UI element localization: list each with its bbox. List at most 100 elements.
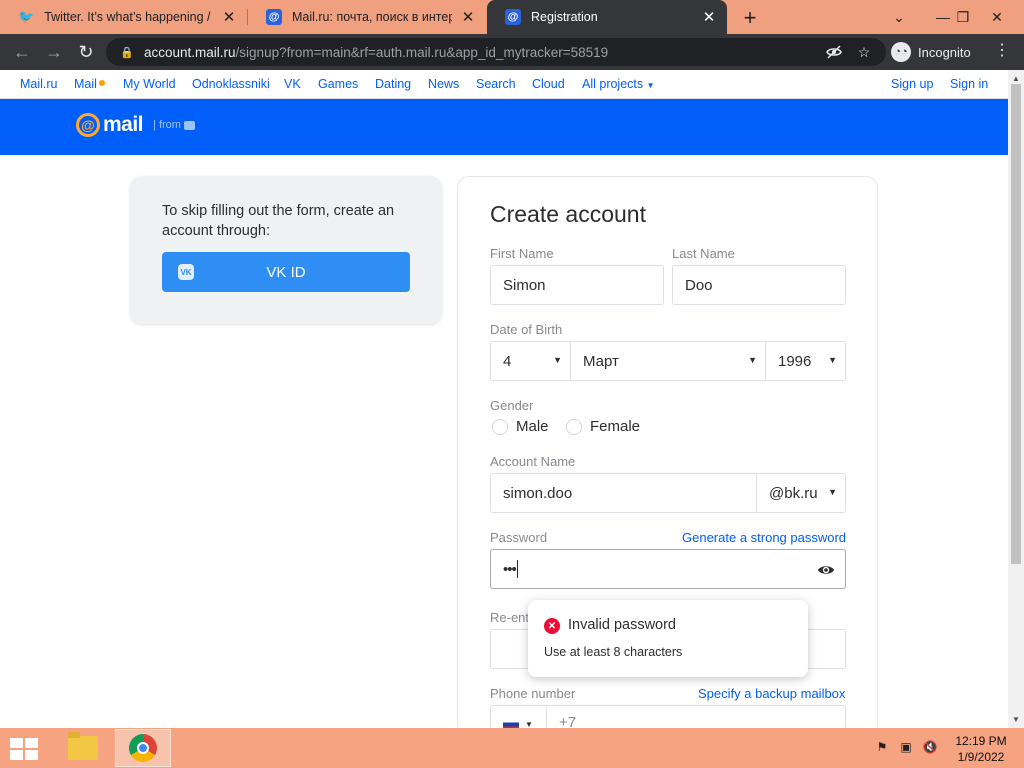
dob-year-value: 1996 bbox=[778, 352, 812, 370]
generate-password-link[interactable]: Generate a strong password bbox=[682, 530, 846, 545]
portal-link-mailru[interactable]: Mail.ru bbox=[20, 77, 58, 91]
reload-icon[interactable]: ↻ bbox=[74, 40, 98, 64]
gender-female-label[interactable]: Female bbox=[590, 418, 640, 435]
windows-start-icon[interactable] bbox=[10, 738, 38, 760]
logo-at-icon: @ bbox=[76, 113, 100, 137]
account-name-field[interactable]: simon.doo bbox=[490, 473, 757, 513]
incognito-indicator[interactable]: ◔◔ Incognito bbox=[891, 40, 971, 64]
vk-logo-icon: VK bbox=[178, 264, 194, 280]
from-text: from bbox=[158, 119, 181, 131]
dob-day-value: 4 bbox=[503, 352, 512, 370]
volume-muted-icon[interactable]: 🔇 bbox=[922, 740, 938, 756]
folder-icon bbox=[68, 732, 98, 760]
portal-link-mail[interactable]: Mail bbox=[74, 77, 105, 91]
text-cursor bbox=[516, 560, 518, 578]
gender-female-radio[interactable] bbox=[566, 419, 582, 435]
error-x-icon: ✕ bbox=[544, 618, 560, 634]
new-tab-icon[interactable]: + bbox=[738, 5, 762, 31]
notification-dot-icon bbox=[98, 80, 105, 86]
system-clock[interactable]: 12:19 PM 1/9/2022 bbox=[946, 733, 1016, 765]
dob-day-select[interactable]: 4 ▼ bbox=[490, 341, 571, 381]
caret-down-icon: ▼ bbox=[646, 81, 655, 90]
clock-time: 12:19 PM bbox=[955, 734, 1007, 748]
tab-close-icon[interactable]: ✕ bbox=[460, 8, 476, 26]
back-arrow-icon[interactable]: ← bbox=[10, 40, 34, 64]
dob-month-select[interactable]: Март ▼ bbox=[570, 341, 766, 381]
window-close-icon[interactable]: ✕ bbox=[980, 0, 1014, 34]
caret-down-icon: ▼ bbox=[828, 487, 837, 497]
vk-id-button[interactable]: VK VK ID bbox=[162, 252, 410, 292]
vk-signup-card: To skip filling out the form, create an … bbox=[130, 176, 442, 324]
portal-link-vk[interactable]: VK bbox=[284, 77, 301, 91]
tab-twitter[interactable]: 🐦 Twitter. It’s what’s happening / Tw ✕ bbox=[0, 0, 247, 34]
taskbar-chrome[interactable] bbox=[115, 729, 171, 767]
eye-off-icon[interactable] bbox=[822, 38, 846, 66]
star-icon[interactable]: ☆ bbox=[852, 38, 876, 66]
domain-select[interactable]: @bk.ru ▼ bbox=[756, 473, 846, 513]
portal-link-cloud[interactable]: Cloud bbox=[532, 77, 565, 91]
menu-kebab-icon[interactable]: ⋮ bbox=[994, 40, 1010, 60]
caret-down-icon: ▼ bbox=[828, 355, 837, 365]
caret-down-icon: ▼ bbox=[553, 355, 562, 365]
scrollbar-thumb[interactable] bbox=[1011, 84, 1021, 564]
sign-in-link[interactable]: Sign in bbox=[950, 77, 988, 91]
portal-link-news[interactable]: News bbox=[428, 77, 459, 91]
portal-link-games[interactable]: Games bbox=[318, 77, 358, 91]
tab-close-icon[interactable]: ✕ bbox=[221, 8, 237, 26]
network-icon[interactable]: ▣ bbox=[898, 740, 914, 756]
logo-word: mail bbox=[103, 113, 144, 136]
portal-link-search[interactable]: Search bbox=[476, 77, 516, 91]
header-banner: @ mail | from bbox=[0, 99, 1008, 155]
forward-arrow-icon[interactable]: → bbox=[42, 40, 66, 64]
browser-toolbar: ← → ↻ 🔒 account.mail.ru/signup?from=main… bbox=[0, 34, 1024, 70]
url-host: account.mail.ru bbox=[144, 44, 236, 60]
restore-icon[interactable]: ❐ bbox=[946, 0, 980, 34]
sign-up-link[interactable]: Sign up bbox=[891, 77, 933, 91]
vk-id-label: VK ID bbox=[266, 263, 306, 281]
scroll-up-icon[interactable]: ▲ bbox=[1012, 74, 1020, 83]
taskbar: ⚑ ▣ 🔇 12:19 PM 1/9/2022 bbox=[0, 728, 1024, 768]
tab-close-icon[interactable]: ✕ bbox=[701, 8, 717, 26]
incognito-icon: ◔◔ bbox=[891, 42, 911, 62]
tab-title: Twitter. It’s what’s happening / Tw bbox=[44, 10, 213, 24]
domain-value: @bk.ru bbox=[769, 484, 818, 502]
lock-icon: 🔒 bbox=[120, 46, 134, 59]
incognito-label: Incognito bbox=[918, 44, 971, 60]
chevron-down-icon[interactable]: ⌄ bbox=[882, 0, 916, 34]
vk-card-text: To skip filling out the form, create an … bbox=[162, 203, 395, 239]
first-name-label: First Name bbox=[490, 246, 554, 261]
clock-date: 1/9/2022 bbox=[957, 750, 1005, 764]
backup-mailbox-link[interactable]: Specify a backup mailbox bbox=[698, 686, 845, 701]
portal-link-all-projects[interactable]: All projects ▼ bbox=[582, 77, 655, 91]
chrome-icon bbox=[129, 734, 157, 762]
gender-male-radio[interactable] bbox=[492, 419, 508, 435]
dob-month-value: Март bbox=[583, 352, 619, 370]
mail-logo[interactable]: @ mail | from bbox=[76, 113, 195, 137]
first-name-value: Simon bbox=[503, 276, 546, 294]
scroll-down-icon[interactable]: ▼ bbox=[1012, 715, 1020, 724]
gender-male-label[interactable]: Male bbox=[516, 418, 549, 435]
error-message: Use at least 8 characters bbox=[544, 645, 683, 659]
show-password-eye-icon[interactable] bbox=[817, 561, 835, 579]
page-scrollbar[interactable]: ▲ ▼ bbox=[1008, 70, 1024, 728]
browser-tab-strip: 🐦 Twitter. It’s what’s happening / Tw ✕ … bbox=[0, 0, 1024, 34]
action-center-flag-icon[interactable]: ⚑ bbox=[874, 740, 890, 756]
tab-mail-ru[interactable]: @ Mail.ru: почта, поиск в интерне ✕ bbox=[248, 0, 486, 34]
taskbar-file-explorer[interactable] bbox=[55, 729, 111, 767]
portal-link-odnoklassniki[interactable]: Odnoklassniki bbox=[192, 77, 270, 91]
first-name-field[interactable]: Simon bbox=[490, 265, 664, 305]
reenter-password-label: Re-ent bbox=[490, 610, 530, 625]
account-name-label: Account Name bbox=[490, 454, 576, 469]
vk-mini-icon bbox=[183, 120, 195, 130]
portal-link-dating[interactable]: Dating bbox=[375, 77, 411, 91]
address-bar[interactable]: 🔒 account.mail.ru/signup?from=main&rf=au… bbox=[106, 38, 886, 66]
password-field[interactable]: ••• bbox=[490, 549, 846, 589]
tab-registration[interactable]: @ Registration ✕ bbox=[487, 0, 727, 34]
phone-label: Phone number bbox=[490, 686, 576, 701]
tab-title: Registration bbox=[531, 10, 598, 24]
logo-from-label: | from bbox=[153, 119, 181, 131]
url-path: /signup?from=main&rf=auth.mail.ru&app_id… bbox=[235, 44, 609, 60]
portal-link-my-world[interactable]: My World bbox=[123, 77, 176, 91]
dob-year-select[interactable]: 1996 ▼ bbox=[765, 341, 846, 381]
last-name-field[interactable]: Doo bbox=[672, 265, 846, 305]
